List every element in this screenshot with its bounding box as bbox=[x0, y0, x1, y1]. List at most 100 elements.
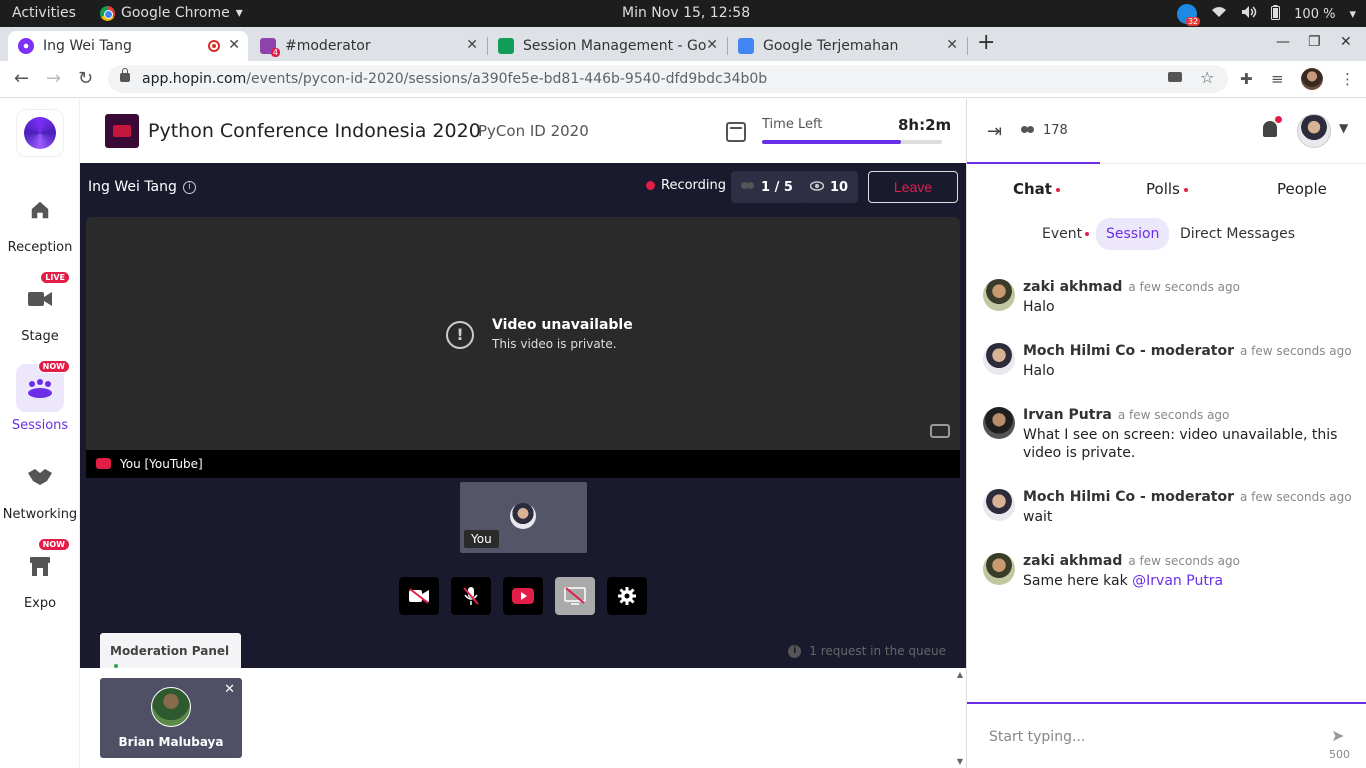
avatar[interactable] bbox=[983, 343, 1015, 375]
close-icon[interactable]: ✕ bbox=[224, 682, 235, 697]
backstage-request-card[interactable]: Brian Malubaya ✕ bbox=[100, 678, 242, 758]
close-icon[interactable]: ✕ bbox=[228, 37, 240, 53]
activities-button[interactable]: Activities bbox=[12, 5, 76, 21]
address-bar[interactable]: app.hopin.com/events/pycon-id-2020/sessi… bbox=[108, 65, 1228, 93]
camera-off-button[interactable] bbox=[399, 577, 439, 615]
media-control-icon[interactable]: ≡ bbox=[1271, 70, 1284, 88]
tab-chat[interactable]: Chat bbox=[1013, 180, 1060, 198]
camera-in-use-icon[interactable] bbox=[1168, 72, 1182, 82]
new-tab-button[interactable]: + bbox=[977, 30, 995, 55]
notification-app-icon[interactable]: 32 bbox=[1177, 4, 1201, 26]
message-author[interactable]: Moch Hilmi Co - moderator bbox=[1023, 489, 1234, 505]
chevron-down-icon[interactable]: ▼ bbox=[1339, 121, 1348, 135]
send-icon[interactable]: ➤ bbox=[1331, 726, 1344, 745]
forward-arrow-icon[interactable]: → bbox=[46, 68, 61, 89]
character-count: 500 bbox=[1329, 748, 1350, 761]
alert-circle-icon: ! bbox=[446, 321, 474, 349]
participants-count[interactable]: 1 / 5 bbox=[731, 171, 803, 203]
subtab-direct-messages[interactable]: Direct Messages bbox=[1180, 226, 1295, 242]
tab-label: People bbox=[1277, 180, 1327, 198]
close-icon[interactable]: ✕ bbox=[466, 37, 478, 53]
sidebar-item-reception[interactable]: Reception bbox=[0, 186, 80, 255]
avatar[interactable] bbox=[983, 553, 1015, 585]
camera-off-icon bbox=[409, 588, 429, 604]
queue-text: 1 request in the queue bbox=[809, 644, 946, 658]
viewers-count[interactable]: 10 bbox=[800, 171, 859, 203]
chat-input[interactable] bbox=[989, 724, 1309, 750]
bell-icon[interactable] bbox=[1263, 116, 1282, 137]
subtab-event[interactable]: Event bbox=[1042, 226, 1090, 242]
app-menu-label: Google Chrome bbox=[121, 5, 230, 21]
system-tray[interactable]: 32 100 % ▾ bbox=[1177, 4, 1356, 26]
tab-title: Session Management - Go bbox=[523, 38, 707, 54]
leave-button[interactable]: Leave bbox=[868, 171, 958, 203]
moderation-panel-tab[interactable]: Moderation Panel bbox=[100, 633, 241, 668]
scroll-down-arrow-icon[interactable]: ▼ bbox=[957, 757, 963, 766]
collapse-panel-icon[interactable]: ⇥ bbox=[987, 121, 1002, 142]
settings-button[interactable] bbox=[607, 577, 647, 615]
profile-avatar[interactable] bbox=[1301, 68, 1323, 90]
message-time: a few seconds ago bbox=[1117, 408, 1230, 422]
minimize-icon[interactable]: — bbox=[1276, 34, 1290, 50]
sidebar-item-networking[interactable]: Networking bbox=[0, 453, 80, 522]
tab-session-management[interactable]: Session Management - Go ✕ bbox=[488, 31, 726, 61]
message-time: a few seconds ago bbox=[1128, 554, 1240, 568]
sidebar-item-stage[interactable]: LIVE Stage bbox=[0, 271, 80, 344]
moderation-panel-label: Moderation Panel bbox=[110, 644, 230, 658]
lock-icon[interactable] bbox=[120, 68, 130, 82]
message-time: a few seconds ago bbox=[1240, 490, 1352, 504]
chevron-down-icon: ▾ bbox=[235, 5, 243, 21]
subtab-session[interactable]: Session bbox=[1096, 218, 1170, 250]
tab-polls[interactable]: Polls bbox=[1146, 180, 1188, 198]
request-name: Brian Malubaya bbox=[118, 735, 224, 749]
youtube-video-player[interactable]: ! Video unavailable This video is privat… bbox=[86, 217, 960, 450]
self-video-tile[interactable]: You bbox=[460, 482, 587, 553]
more-vertical-icon[interactable]: ⋮ bbox=[1340, 70, 1355, 88]
mute-button[interactable] bbox=[451, 577, 491, 615]
avatar[interactable] bbox=[983, 407, 1015, 439]
message-author[interactable]: Moch Hilmi Co - moderator bbox=[1023, 343, 1234, 359]
now-badge: NOW bbox=[37, 360, 70, 373]
system-clock[interactable]: Min Nov 15, 12:58 bbox=[622, 5, 750, 21]
hopin-logo[interactable] bbox=[16, 109, 64, 157]
venue-sidebar: Reception LIVE Stage NOW Sessions Networ… bbox=[0, 99, 80, 768]
tab-people[interactable]: People bbox=[1277, 180, 1327, 198]
avatar[interactable] bbox=[983, 279, 1015, 311]
mention-link[interactable]: @Irvan Putra bbox=[1132, 573, 1223, 589]
sidebar-item-sessions[interactable]: NOW Sessions bbox=[0, 360, 80, 433]
tab-hopin-session[interactable]: Ing Wei Tang ✕ bbox=[8, 31, 248, 61]
url-host: app.hopin.com bbox=[142, 71, 247, 87]
tab-moderator[interactable]: 4 #moderator ✕ bbox=[250, 31, 486, 61]
message-author[interactable]: zaki akhmad bbox=[1023, 279, 1122, 295]
session-name: Ing Wei Tang i bbox=[88, 179, 196, 195]
youtube-share-button[interactable] bbox=[503, 577, 543, 615]
close-icon[interactable]: ✕ bbox=[946, 37, 958, 53]
chevron-down-icon: ▾ bbox=[1349, 6, 1356, 22]
screen-share-off-button[interactable] bbox=[555, 577, 595, 615]
message-author[interactable]: zaki akhmad bbox=[1023, 553, 1122, 569]
tab-google-translate[interactable]: Google Terjemahan ✕ bbox=[728, 31, 966, 61]
event-subtitle: PyCon ID 2020 bbox=[478, 122, 589, 140]
youtube-icon bbox=[512, 588, 534, 604]
unread-dot bbox=[1183, 187, 1188, 192]
extensions-puzzle-icon[interactable]: ✚ bbox=[1240, 70, 1253, 88]
message-author[interactable]: Irvan Putra bbox=[1023, 407, 1112, 423]
scroll-up-arrow-icon[interactable]: ▲ bbox=[957, 670, 963, 679]
youtube-logo-icon[interactable] bbox=[930, 424, 950, 438]
window-close-icon[interactable]: ✕ bbox=[1340, 34, 1352, 50]
app-menu[interactable]: Google Chrome ▾ bbox=[100, 5, 243, 21]
bookmark-star-icon[interactable]: ☆ bbox=[1200, 68, 1214, 87]
info-icon[interactable]: i bbox=[182, 180, 196, 194]
message-header: zaki akhmad a few seconds ago bbox=[1023, 553, 1240, 569]
back-arrow-icon[interactable]: ← bbox=[14, 68, 29, 89]
attendee-count[interactable]: 178 bbox=[1021, 123, 1068, 138]
close-icon[interactable]: ✕ bbox=[706, 37, 718, 53]
avatar[interactable] bbox=[1297, 114, 1331, 148]
handshake-icon bbox=[16, 453, 64, 501]
reload-icon[interactable]: ↻ bbox=[78, 68, 93, 89]
maximize-icon[interactable]: ❐ bbox=[1308, 34, 1321, 50]
avatar[interactable] bbox=[983, 489, 1015, 521]
sidebar-item-expo[interactable]: NOW Expo bbox=[0, 538, 80, 611]
calendar-icon[interactable] bbox=[726, 122, 746, 142]
sheets-favicon-icon bbox=[498, 38, 514, 54]
